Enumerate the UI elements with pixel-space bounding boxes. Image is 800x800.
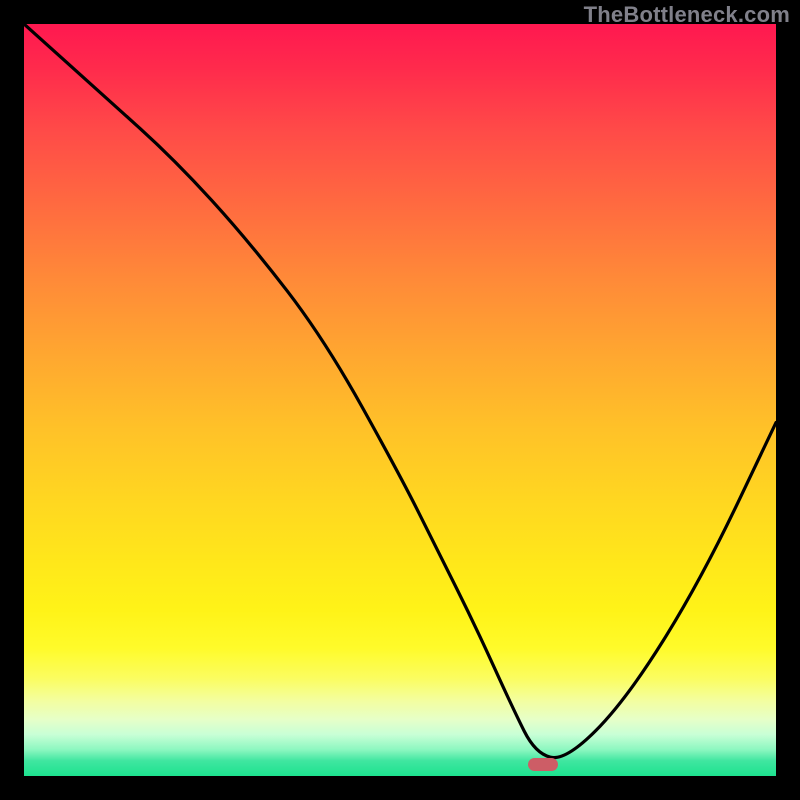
bottleneck-curve [24, 24, 776, 776]
optimal-point-marker [528, 758, 558, 771]
chart-plot-area [24, 24, 776, 776]
